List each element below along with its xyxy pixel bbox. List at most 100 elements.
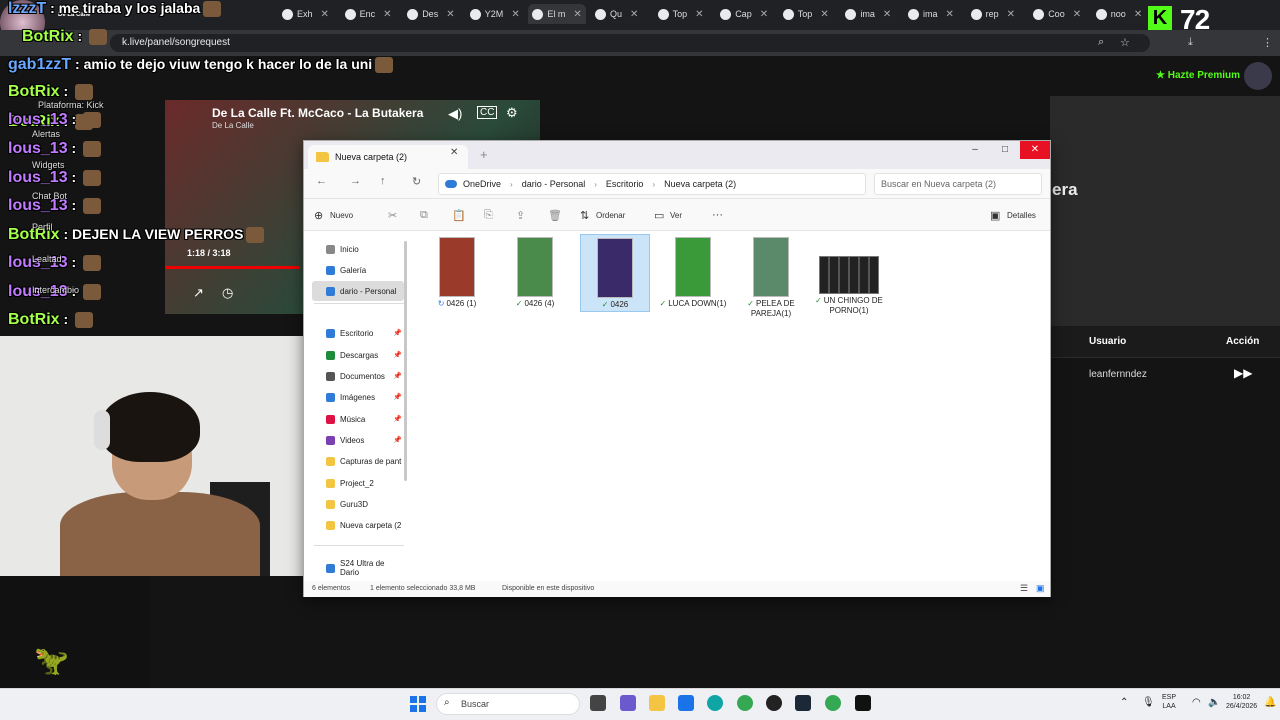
menu-plataforma[interactable]: Plataforma: Kick (38, 100, 104, 110)
new-plus-icon[interactable]: ⊕ (314, 209, 323, 222)
chat-username[interactable]: lous_13 (8, 140, 68, 157)
volume-icon[interactable]: ◀) (448, 106, 462, 122)
chat-username[interactable]: BotRix (8, 83, 60, 100)
sidebar-item[interactable]: Inicio (312, 239, 404, 259)
tab-close-icon[interactable]: ✕ (511, 9, 519, 20)
chat-username[interactable]: BotRix (22, 28, 74, 45)
tray-chevron-icon[interactable]: ⌃ (1120, 697, 1128, 708)
details-button[interactable]: Detalles (1007, 211, 1036, 220)
breadcrumb-item[interactable]: dario - Personal (522, 179, 586, 189)
file-item[interactable]: ↻ 0426 (1) (422, 234, 492, 312)
tab-close-icon[interactable]: ✕ (820, 9, 828, 20)
bookmark-star-icon[interactable]: ☆ (1120, 36, 1130, 49)
up-arrow-icon[interactable]: ↑ (380, 175, 386, 187)
captions-icon[interactable]: CC (477, 106, 498, 119)
tab-close-icon[interactable]: ✕ (760, 9, 768, 20)
wifi-icon[interactable]: ◠ (1192, 697, 1201, 708)
skip-forward-icon[interactable]: ▶▶ (1234, 366, 1252, 380)
view-button[interactable]: Ver (670, 211, 682, 220)
sidebar-item[interactable]: Descargas 📌 (312, 345, 404, 365)
browser-tab[interactable]: Cap ✕ (716, 4, 772, 24)
notifications-icon[interactable]: 🔔 (1264, 697, 1276, 708)
chrome-profile-icon[interactable] (825, 695, 841, 711)
sidebar-item[interactable]: Escritorio 📌 (312, 323, 404, 343)
sidebar-item[interactable]: Guru3D (312, 494, 404, 514)
tiles-view-icon[interactable]: ▣ (1036, 583, 1045, 594)
dino-icon[interactable]: 🦖 (34, 644, 69, 677)
chrome-icon[interactable] (737, 695, 753, 711)
menu-alertas[interactable]: Alertas (32, 129, 60, 139)
task-view-icon[interactable] (590, 695, 606, 711)
browser-tab[interactable]: noo ✕ (1092, 4, 1146, 24)
browser-tab[interactable]: Top ✕ (779, 4, 833, 24)
sidebar-item[interactable]: Nueva carpeta (2 (312, 515, 404, 535)
rename-icon[interactable]: ⎘ (484, 209, 493, 222)
zoom-icon[interactable]: ⌕ (1098, 36, 1104, 49)
tab-close-icon[interactable]: ✕ (883, 9, 891, 20)
sort-icon[interactable]: ⇅ (580, 209, 589, 222)
sidebar-item[interactable]: Imágenes 📌 (312, 387, 404, 407)
share-icon[interactable]: ↗ (193, 285, 204, 301)
tab-close-icon[interactable]: ✕ (695, 9, 703, 20)
settings-gear-icon[interactable]: ⚙ (506, 105, 518, 121)
edge-icon[interactable] (707, 695, 723, 711)
file-explorer-taskbar-icon[interactable] (649, 695, 665, 711)
clock[interactable]: 16:02 26/4/2026 (1226, 693, 1257, 711)
sort-button[interactable]: Ordenar (596, 211, 625, 220)
tab-close-icon[interactable]: ✕ (573, 9, 581, 20)
share-icon[interactable]: ⇪ (516, 209, 525, 222)
tab-close-icon[interactable]: ✕ (450, 147, 458, 158)
menu-widgets[interactable]: Widgets (32, 160, 65, 170)
language-indicator[interactable]: ESP LAA (1162, 693, 1176, 711)
browser-tab[interactable]: Top ✕ (654, 4, 708, 24)
taskbar-search[interactable]: Buscar (436, 693, 580, 715)
user-avatar[interactable] (1244, 62, 1272, 90)
browser-tab[interactable]: Des ✕ (403, 4, 458, 24)
browser-tab[interactable]: ima ✕ (904, 4, 958, 24)
start-button[interactable] (410, 696, 426, 712)
file-item[interactable]: ✓ UN CHINGO DE PORNO(1) (814, 234, 884, 315)
breadcrumb[interactable]: OneDrive › dario - Personal › Escritorio › Nue… (438, 173, 866, 195)
browser-tab[interactable]: Coo ✕ (1029, 4, 1085, 24)
sidebar-item[interactable]: Capturas de pant (312, 451, 404, 471)
tab-close-icon[interactable]: ✕ (1007, 9, 1015, 20)
file-item[interactable]: ✓ 0426 (4) (500, 234, 570, 312)
browser-tab[interactable]: rep ✕ (967, 4, 1019, 24)
watch-later-icon[interactable]: ◷ (222, 285, 233, 301)
store-icon[interactable] (678, 695, 694, 711)
speaker-icon[interactable]: 🔈 (1208, 697, 1220, 708)
tab-close-icon[interactable]: ✕ (446, 9, 454, 20)
microphone-icon[interactable]: 🎙 (1142, 697, 1155, 708)
refresh-icon[interactable]: ↻ (412, 175, 421, 188)
details-pane-icon[interactable]: ▣ (990, 209, 1000, 222)
browser-tab[interactable]: El m ✕ (528, 4, 586, 24)
file-item[interactable]: ✓ 0426 (580, 234, 650, 312)
cut-icon[interactable]: ✂ (388, 209, 397, 222)
tab-close-icon[interactable]: ✕ (321, 9, 329, 20)
file-item[interactable]: ✓ PELEA DE PAREJA(1) (736, 234, 806, 318)
search-input[interactable]: Buscar en Nueva carpeta (2) (874, 173, 1042, 195)
forward-arrow-icon[interactable]: → (350, 175, 361, 187)
sidebar-item[interactable]: Música 📌 (312, 409, 404, 429)
steam-icon[interactable] (795, 695, 811, 711)
chat-username[interactable]: lous_13 (8, 169, 68, 186)
chat-username[interactable]: BotRix (8, 311, 60, 328)
menu-intercambio[interactable]: Intercambio (32, 285, 79, 295)
new-button[interactable]: Nuevo (330, 211, 353, 220)
maximize-button[interactable]: □ (990, 141, 1020, 159)
explorer-tab[interactable]: Nueva carpeta (2) (308, 145, 468, 169)
sidebar-item[interactable]: dario - Personal (312, 281, 404, 301)
more-options-button[interactable]: ··· (712, 209, 723, 221)
sidebar-item[interactable]: Documentos 📌 (312, 366, 404, 386)
breadcrumb-item[interactable]: Escritorio (606, 179, 644, 189)
menu-icon[interactable]: ⋮ (1262, 36, 1273, 49)
list-view-icon[interactable]: ☰ (1020, 583, 1028, 594)
breadcrumb-item[interactable]: OneDrive (463, 179, 501, 189)
paste-icon[interactable]: 📋 (452, 209, 466, 222)
download-icon[interactable]: ⤓ (1188, 36, 1193, 49)
tab-close-icon[interactable]: ✕ (630, 9, 638, 20)
capcut-icon[interactable] (855, 695, 871, 711)
sidebar-item[interactable]: Videos 📌 (312, 430, 404, 450)
menu-chat-bot[interactable]: Chat Bot (32, 191, 67, 201)
sidebar-item[interactable]: Project_2 (312, 473, 404, 493)
